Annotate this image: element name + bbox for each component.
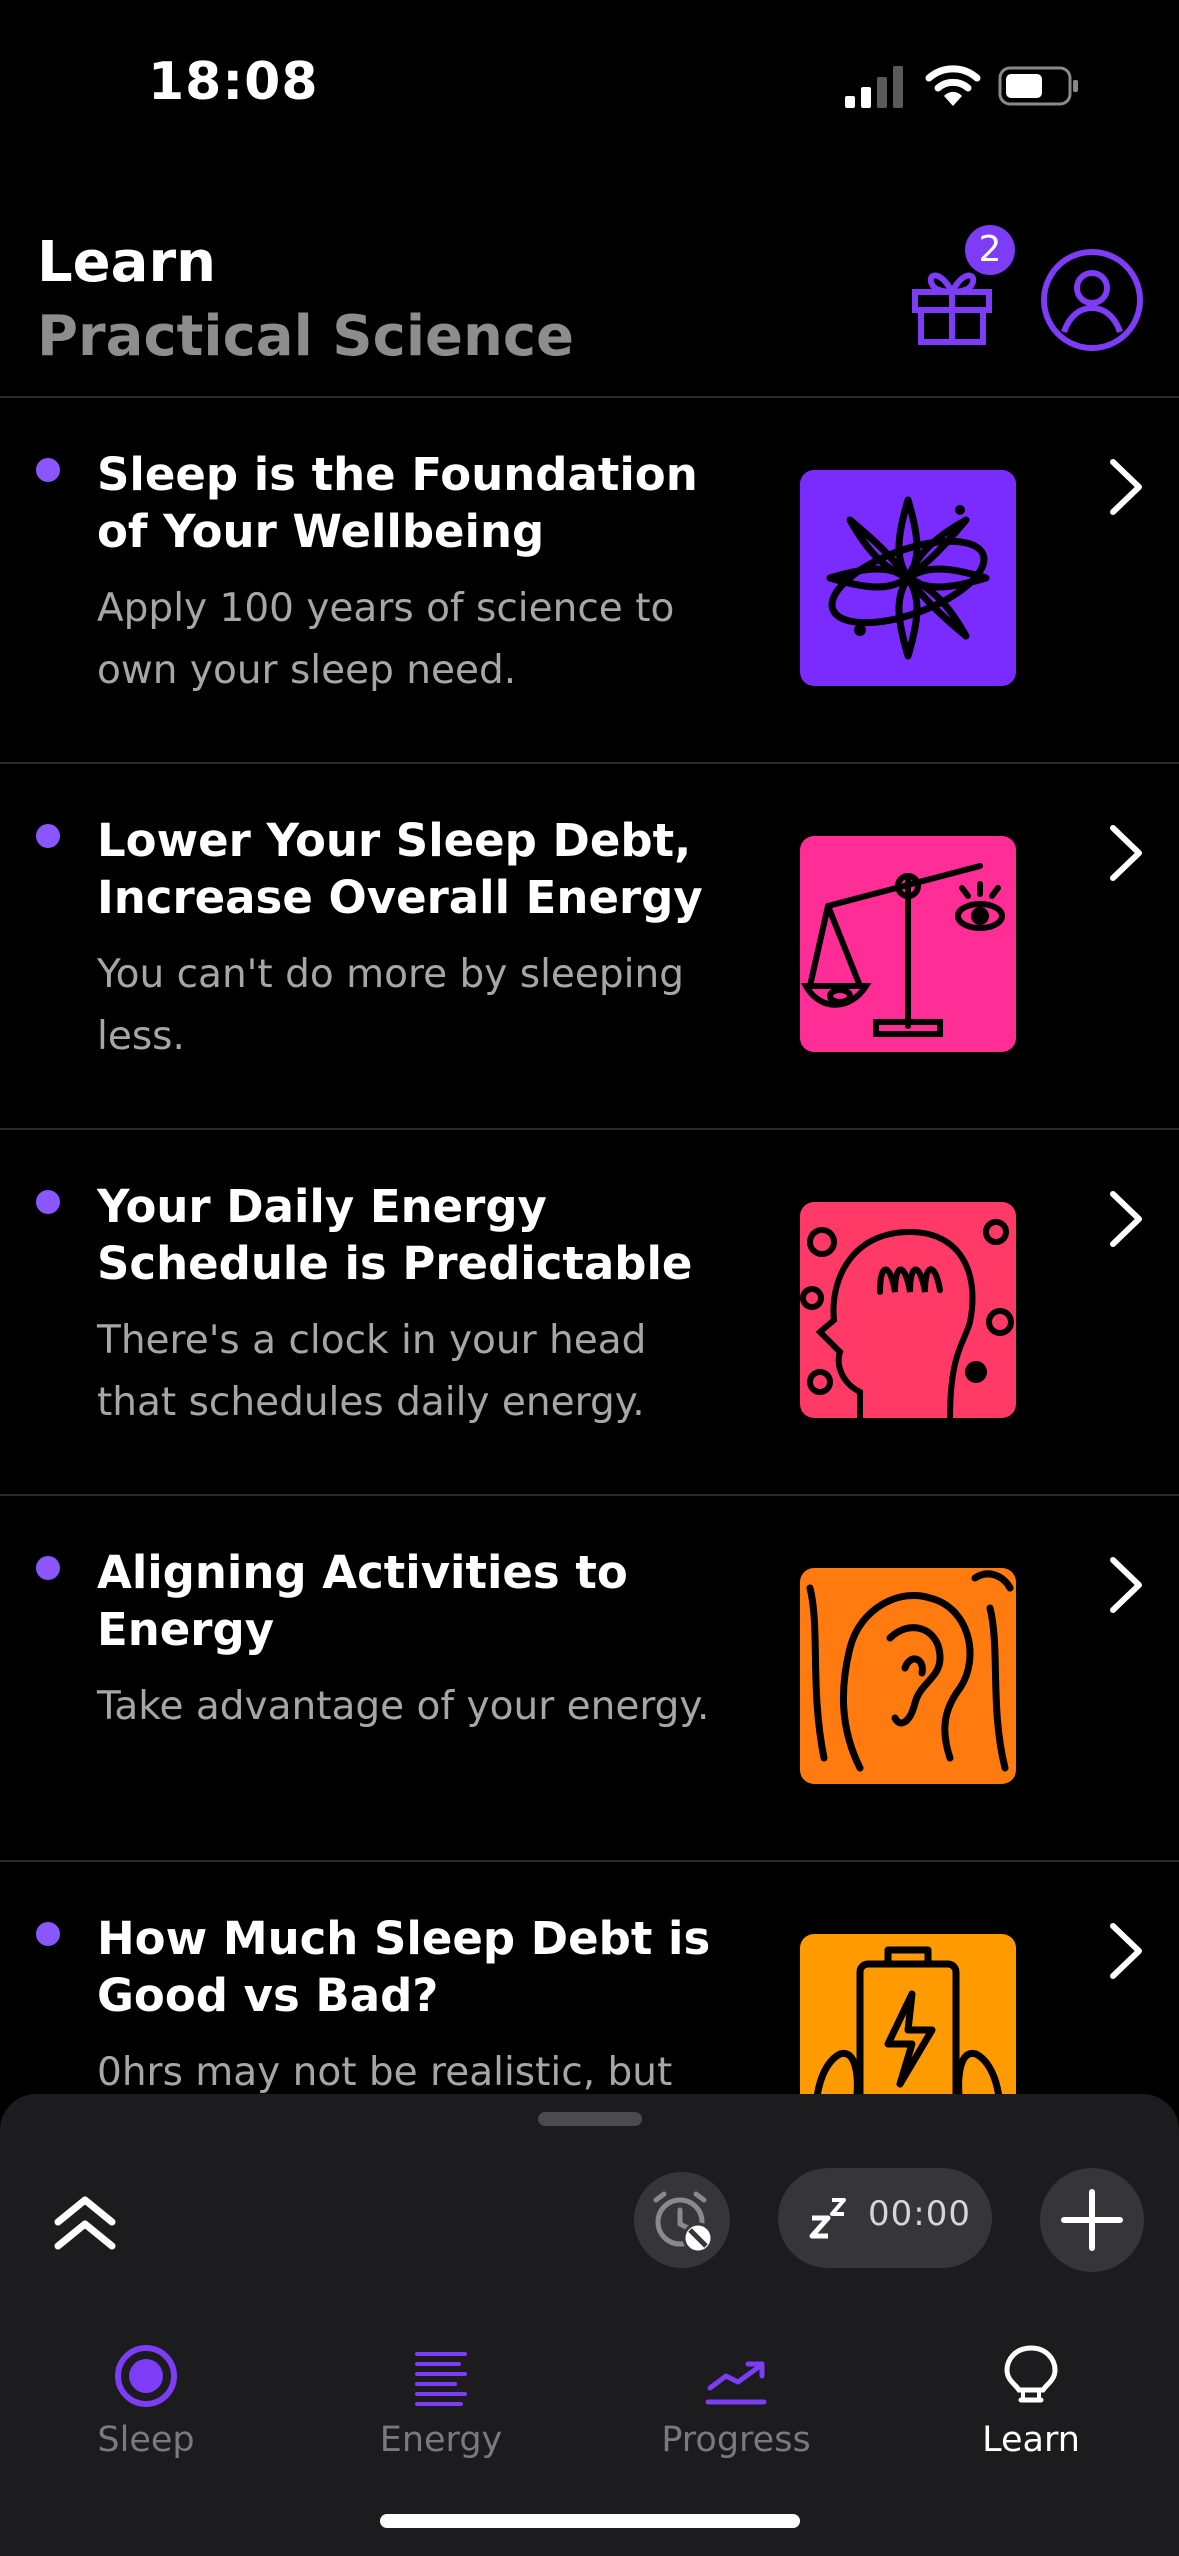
ear-icon — [800, 1568, 1016, 1784]
article-description: There's a clock in your head that schedu… — [97, 1318, 647, 1425]
chevron-right-icon — [1110, 459, 1142, 515]
sleep-timer-button[interactable]: 00:00 — [778, 2168, 992, 2268]
article-title: How Much Sleep Debt is Good vs Bad? — [97, 1912, 711, 2022]
gift-count-badge: 2 — [965, 225, 1015, 275]
list-item[interactable]: How Much Sleep Debt is Good vs Bad? 0hrs… — [0, 1862, 1179, 2098]
unread-dot — [36, 1190, 60, 1214]
article-title: Sleep is the Foundation of Your Wellbein… — [97, 448, 698, 558]
battery-icon — [998, 66, 1078, 106]
sleep-zz-icon — [809, 2198, 846, 2239]
chevron-right-icon — [1110, 1923, 1142, 1979]
page-title: Learn — [37, 230, 216, 295]
article-description: Take advantage of your energy. — [97, 1684, 710, 1729]
list-item[interactable]: Sleep is the Foundation of Your Wellbein… — [0, 398, 1179, 764]
tab-sleep[interactable]: Sleep — [26, 2334, 266, 2464]
home-indicator — [380, 2514, 800, 2528]
status-time: 18:08 — [148, 52, 319, 112]
head-icon — [800, 1202, 1016, 1418]
scale-icon — [800, 836, 1016, 1052]
unread-dot — [36, 1556, 60, 1580]
article-description: You can't do more by sleeping less. — [97, 952, 684, 1059]
tab-bar: Sleep Energy Progress Learn — [0, 2334, 1179, 2464]
profile-icon[interactable] — [1040, 248, 1144, 352]
article-list: Sleep is the Foundation of Your Wellbein… — [0, 398, 1179, 2098]
chevron-right-icon — [1110, 1557, 1142, 1613]
article-description: 0hrs may not be realistic, but — [97, 2050, 673, 2095]
wifi-icon — [925, 65, 981, 106]
alarm-off-icon[interactable] — [634, 2172, 730, 2268]
chevron-right-icon — [1110, 825, 1142, 881]
double-chevron-up-icon[interactable] — [50, 2194, 120, 2254]
article-title: Aligning Activities to Energy — [97, 1546, 628, 1656]
article-title: Lower Your Sleep Debt, Increase Overall … — [97, 814, 703, 924]
list-item[interactable]: Lower Your Sleep Debt, Increase Overall … — [0, 764, 1179, 1130]
chevron-right-icon — [1110, 1191, 1142, 1247]
tab-learn[interactable]: Learn — [911, 2334, 1151, 2464]
page-subtitle: Practical Science — [37, 304, 575, 369]
sheet-handle[interactable] — [538, 2112, 642, 2126]
unread-dot — [36, 824, 60, 848]
list-item[interactable]: Aligning Activities to Energy Take advan… — [0, 1496, 1179, 1862]
sparkle-icon — [800, 470, 1016, 686]
page-header: Learn Practical Science 2 — [0, 220, 1179, 398]
energy-tab-icon — [415, 2352, 467, 2406]
status-bar: 18:08 — [0, 0, 1179, 170]
sleep-timer-value: 00:00 — [868, 2194, 971, 2234]
add-icon[interactable] — [1040, 2168, 1144, 2272]
progress-tab-icon — [705, 2361, 767, 2405]
bottom-sheet: 00:00 — [0, 2094, 1179, 2556]
unread-dot — [36, 458, 60, 482]
tab-label: Progress — [661, 2420, 811, 2460]
tab-energy[interactable]: Energy — [321, 2334, 561, 2464]
cellular-signal-icon — [845, 66, 903, 108]
tab-progress[interactable]: Progress — [616, 2334, 856, 2464]
tab-label: Sleep — [97, 2420, 195, 2460]
list-item[interactable]: Your Daily Energy Schedule is Predictabl… — [0, 1130, 1179, 1496]
tab-label: Learn — [982, 2420, 1080, 2460]
article-title: Your Daily Energy Schedule is Predictabl… — [97, 1180, 693, 1290]
sleep-tab-icon — [115, 2345, 177, 2407]
article-description: Apply 100 years of science to own your s… — [97, 586, 675, 693]
lightbulb-icon — [1004, 2345, 1058, 2403]
tab-label: Energy — [379, 2420, 503, 2460]
unread-dot — [36, 1922, 60, 1946]
battery-icon — [800, 1934, 1016, 2098]
